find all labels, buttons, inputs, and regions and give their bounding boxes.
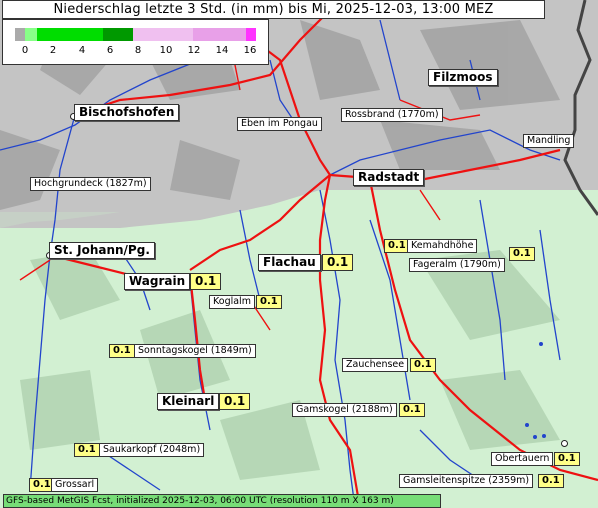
point-label-obertauern: Obertauern [491,452,554,466]
point-label-zauchensee: Zauchensee [342,358,409,372]
point-label-saukarkopf: Saukarkopf (2048m) [99,443,205,457]
legend-tick: 12 [187,45,201,56]
legend-bar-pink [193,28,246,41]
precip-value: 0.1 [384,239,410,253]
point-label-mandling: Mandling [523,134,575,148]
precip-value: 0.1 [322,254,354,271]
location-dot [561,440,568,447]
city-label-radstadt: Radstadt [353,169,425,186]
precip-value: 0.1 [554,452,580,466]
point-label-fageralm: Fageralm (1790m) [409,258,505,272]
legend-tick: 6 [106,45,114,56]
city-label-bischofshofen: Bischofshofen [74,104,180,121]
precip-value: 0.1 [109,344,135,358]
legend-bar-magenta [246,28,256,41]
legend-tick: 2 [49,45,57,56]
precip-value: 0.1 [509,247,535,261]
precip-value: 0.1 [219,393,251,410]
point-label-rossbrand: Rossbrand (1770m) [341,108,443,122]
precip-value: 0.1 [74,443,100,457]
legend-tick: 4 [78,45,86,56]
city-label-flachau: Flachau [258,254,321,271]
precip-value: 0.1 [410,358,436,372]
precipitation-legend: 0 2 4 6 8 10 12 14 16 [2,19,269,65]
precip-value: 0.1 [399,403,425,417]
precip-value: 0.1 [256,295,282,309]
legend-bar-light-green [25,28,37,41]
city-label-st-johann: St. Johann/Pg. [49,242,155,259]
legend-tick: 8 [134,45,142,56]
map-title: Niederschlag letzte 3 Std. (in mm) bis M… [2,0,545,19]
legend-tick: 10 [159,45,173,56]
legend-bar-grey [15,28,25,41]
point-label-koglalm: Koglalm [209,295,255,309]
legend-tick: 0 [21,45,29,56]
forecast-footer: GFS-based MetGIS Fcst, initialized 2025-… [3,494,441,508]
point-label-sonntagskogel: Sonntagskogel (1849m) [134,344,256,358]
legend-bar-light-pink [133,28,193,41]
city-label-wagrain: Wagrain [124,273,191,290]
point-label-kemahdhoehe: Kemahdhöhe [407,239,478,253]
legend-tick: 14 [215,45,229,56]
point-label-grossarl: Grossarl [51,478,99,492]
legend-tick: 16 [243,45,257,56]
point-label-eben: Eben im Pongau [237,117,322,131]
legend-bar-dark-green [103,28,133,41]
city-label-filzmoos: Filzmoos [428,69,498,86]
point-label-gamskogel: Gamskogel (2188m) [292,403,397,417]
precip-value: 0.1 [538,474,564,488]
precip-value: 0.1 [190,273,222,290]
point-label-hochgrundeck: Hochgrundeck (1827m) [30,177,151,191]
city-label-kleinarl: Kleinarl [157,393,220,410]
point-label-gamsleitenspitze: Gamsleitenspitze (2359m) [399,474,534,488]
